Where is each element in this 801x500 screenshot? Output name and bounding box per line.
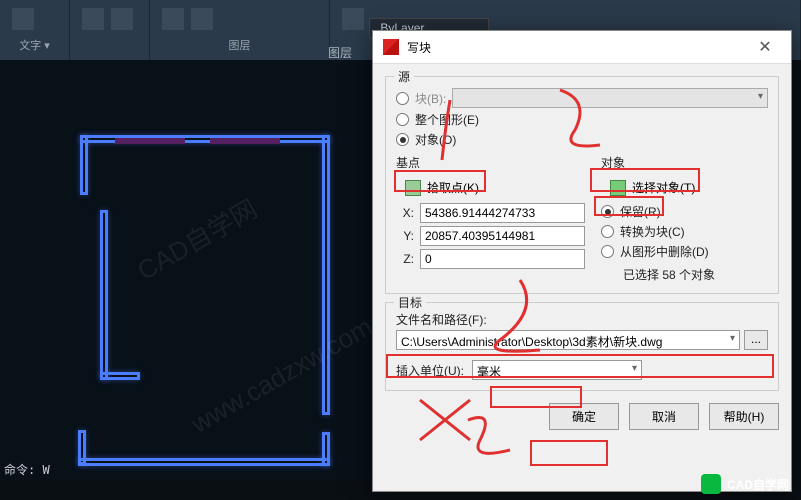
radio-retain-label: 保留(R) [620,203,661,220]
radio-entire-label: 整个图形(E) [415,111,479,128]
brand-text: CAD自学网 [727,476,789,493]
target-legend: 目标 [394,294,426,311]
pick-point-icon [405,180,421,196]
pick-point-button[interactable]: 拾取点(K) [396,175,488,200]
radio-delete[interactable] [601,245,614,258]
objects-col: 对象 选择对象(T) 保留(R) [601,154,768,283]
props-icon[interactable] [342,8,364,30]
cancel-button[interactable]: 取消 [629,403,699,430]
ok-button[interactable]: 确定 [549,403,619,430]
dim-icon[interactable] [82,8,104,30]
radio-convert[interactable] [601,225,614,238]
radio-convert-label: 转换为块(C) [620,223,685,240]
select-objects-icon [610,180,626,196]
z-input[interactable] [420,249,585,269]
watermark: www.cadzxw.com [186,311,378,440]
radio-objects[interactable] [396,133,409,146]
autocad-logo-icon [383,39,399,55]
close-button[interactable]: ✕ [749,37,781,57]
ribbon-layer-label: 图层 [160,37,319,53]
path-value: C:\Users\Administrator\Desktop\3d素材\新块.d… [401,335,662,349]
source-group: 源 块(B): 整个图形(E) 对象(O) 基点 拾取点(K) [385,76,779,294]
watermark: CAD自学网 [130,189,264,287]
ribbon-text-label: 文字 ▾ [10,37,59,53]
drawing-canvas[interactable]: CAD自学网 www.cadzxw.com 命令: W [0,60,380,480]
radio-block[interactable] [396,92,409,105]
path-label: 文件名和路径(F): [396,311,768,328]
radio-delete-label: 从图形中删除(D) [620,243,709,260]
wechat-icon [701,474,721,494]
source-legend: 源 [394,68,414,85]
select-objects-button[interactable]: 选择对象(T) [601,175,704,200]
layer-icon[interactable] [162,8,184,30]
table-icon[interactable] [111,8,133,30]
radio-retain[interactable] [601,205,614,218]
y-label: Y: [396,229,414,243]
target-group: 目标 文件名和路径(F): C:\Users\Administrator\Des… [385,302,779,391]
brand-footer: CAD自学网 [701,474,789,494]
radio-entire[interactable] [396,113,409,126]
selection-status: 已选择 58 个对象 [623,266,768,283]
x-input[interactable] [420,203,585,223]
unit-label: 插入单位(U): [396,362,464,379]
layer2-icon[interactable] [191,8,213,30]
block-combo [452,88,768,108]
browse-button[interactable]: ... [744,330,768,350]
command-line[interactable]: 命令: W [4,461,50,478]
write-block-dialog: 写块 ✕ 源 块(B): 整个图形(E) 对象(O) 基点 [372,30,792,492]
unit-combo[interactable]: 毫米 [472,360,642,380]
help-button[interactable]: 帮助(H) [709,403,779,430]
radio-objects-label: 对象(O) [415,131,456,148]
objects-legend: 对象 [601,154,768,171]
y-input[interactable] [420,226,585,246]
select-objects-label: 选择对象(T) [632,179,695,196]
z-label: Z: [396,252,414,266]
pick-point-label: 拾取点(K) [427,179,479,196]
radio-block-label: 块(B): [415,90,446,107]
basepoint-legend: 基点 [396,154,585,171]
basepoint-col: 基点 拾取点(K) X: Y: Z: [396,154,585,283]
layer-panel-label: 图层 [328,44,352,61]
dialog-title: 写块 [407,39,749,56]
x-label: X: [396,206,414,220]
path-input[interactable]: C:\Users\Administrator\Desktop\3d素材\新块.d… [396,330,740,350]
unit-value: 毫米 [477,365,501,379]
text-icon[interactable] [12,8,34,30]
dialog-titlebar[interactable]: 写块 ✕ [373,31,791,64]
